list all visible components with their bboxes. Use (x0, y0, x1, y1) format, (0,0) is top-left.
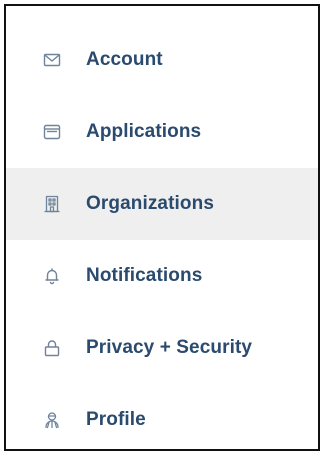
menu-item-label: Profile (86, 409, 146, 430)
menu-item-applications[interactable]: Applications (6, 96, 318, 168)
lock-icon (42, 338, 62, 358)
menu-item-label: Privacy + Security (86, 337, 253, 358)
menu-item-profile[interactable]: Profile (6, 384, 318, 456)
menu-item-account[interactable]: Account (6, 24, 318, 96)
envelope-icon (42, 50, 62, 70)
menu-item-label: Organizations (86, 193, 214, 214)
settings-menu-panel: Account Applications Organizations Notif… (4, 4, 320, 451)
bell-icon (42, 266, 62, 286)
menu-item-label: Applications (86, 121, 202, 142)
browser-window-icon (42, 122, 62, 142)
menu-item-privacy-security[interactable]: Privacy + Security (6, 312, 318, 384)
menu-item-notifications[interactable]: Notifications (6, 240, 318, 312)
settings-menu: Account Applications Organizations Notif… (6, 24, 318, 456)
menu-item-organizations[interactable]: Organizations (6, 168, 318, 240)
menu-item-label: Account (86, 49, 163, 70)
menu-item-label: Notifications (86, 265, 203, 286)
user-icon (42, 410, 62, 430)
building-icon (42, 194, 62, 214)
